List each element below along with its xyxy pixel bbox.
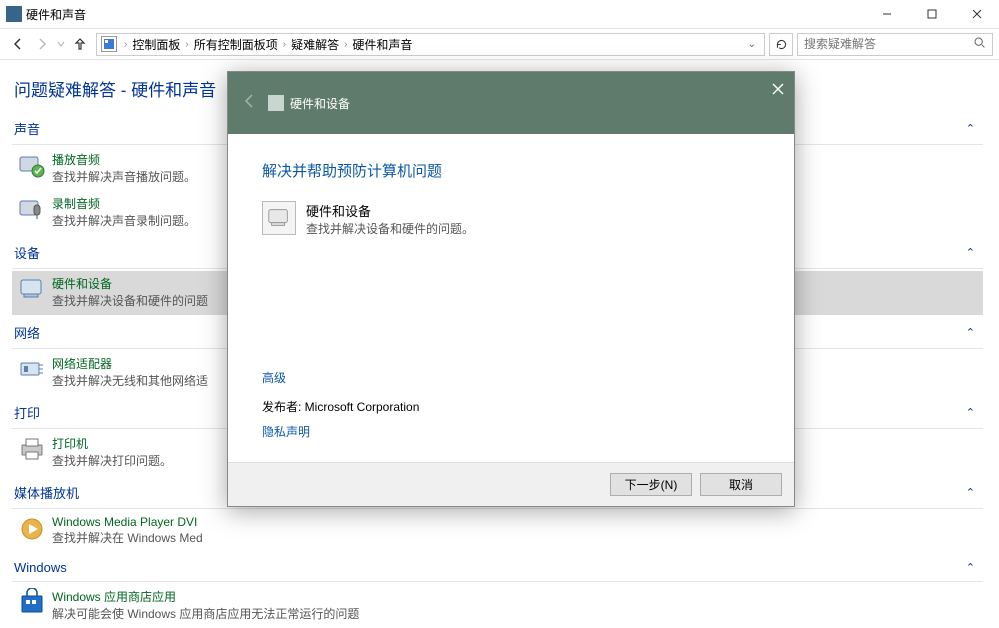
app-icon [6,6,22,22]
wizard-body: 解决并帮助预防计算机问题 硬件和设备 查找并解决设备和硬件的问题。 高级 发布者… [228,134,794,462]
item-wmp-dvd[interactable]: Windows Media Player DVI 查找并解决在 Windows … [12,511,983,552]
item-title: Windows Media Player DVI [52,515,203,529]
item-title: 网络适配器 [52,355,208,372]
wizard-header-title: 硬件和设备 [290,95,350,112]
category-label: 网络 [14,323,40,342]
wizard-header: 硬件和设备 [228,72,794,134]
chevron-right-icon: › [182,39,191,50]
wizard-header-icon [268,95,284,111]
category-label: 打印 [14,403,40,422]
category-label: 声音 [14,119,40,138]
next-button[interactable]: 下一步(N) [610,473,692,496]
address-bar[interactable]: › 控制面板 › 所有控制面板项 › 疑难解答 › 硬件和声音 ⌄ [96,33,765,56]
network-adapter-icon [18,355,46,383]
item-title: 录制音频 [52,195,196,212]
navbar: › 控制面板 › 所有控制面板项 › 疑难解答 › 硬件和声音 ⌄ [0,28,999,60]
wizard-close-button[interactable] [772,82,784,98]
wizard-option-desc: 查找并解决设备和硬件的问题。 [306,220,474,237]
collapse-icon[interactable]: ⌃ [966,406,981,419]
up-button[interactable] [68,32,92,56]
store-icon [18,588,46,616]
item-title: 打印机 [52,435,172,452]
item-desc: 查找并解决无线和其他网络适 [52,372,208,389]
maximize-button[interactable] [909,0,954,28]
printer-icon [18,435,46,463]
category-label: 设备 [14,243,40,262]
divider [12,508,983,509]
collapse-icon[interactable]: ⌃ [966,246,981,259]
back-button[interactable] [6,32,30,56]
window-titlebar: 硬件和声音 [0,0,999,28]
wizard-back-button[interactable] [240,92,258,115]
item-desc: 查找并解决打印问题。 [52,452,172,469]
chevron-right-icon: › [121,39,130,50]
category-windows: Windows ⌃ Windows 应用商店应用 解决可能会使 Windows … [12,556,983,628]
breadcrumb-control-panel[interactable]: 控制面板 [130,36,182,53]
category-label: Windows [14,560,67,575]
item-desc: 查找并解决设备和硬件的问题 [52,292,208,309]
wizard-footer: 下一步(N) 取消 [228,462,794,506]
wizard-option[interactable]: 硬件和设备 查找并解决设备和硬件的问题。 [262,201,760,237]
microphone-icon [18,195,46,223]
collapse-icon[interactable]: ⌃ [966,326,981,339]
category-header-windows[interactable]: Windows ⌃ [12,556,983,579]
divider [12,581,983,582]
category-label: 媒体播放机 [14,483,79,502]
item-title: Windows 应用商店应用 [52,588,359,605]
search-icon[interactable] [973,36,986,52]
item-desc: 查找并解决声音播放问题。 [52,168,196,185]
hardware-icon [18,275,46,303]
hardware-icon [262,201,296,235]
advanced-link[interactable]: 高级 [262,369,760,386]
search-box[interactable] [797,33,993,56]
item-store-apps[interactable]: Windows 应用商店应用 解决可能会使 Windows 应用商店应用无法正常… [12,584,983,628]
media-player-icon [18,515,46,543]
collapse-icon[interactable]: ⌃ [966,486,981,499]
cancel-button[interactable]: 取消 [700,473,782,496]
speaker-icon [18,151,46,179]
item-title: 硬件和设备 [52,275,208,292]
troubleshoot-wizard: 硬件和设备 解决并帮助预防计算机问题 硬件和设备 查找并解决设备和硬件的问题。 … [227,71,795,507]
wizard-option-title: 硬件和设备 [306,201,474,220]
close-button[interactable] [954,0,999,28]
breadcrumb-all-items[interactable]: 所有控制面板项 [192,36,280,53]
refresh-button[interactable] [769,33,793,56]
recent-locations-button[interactable] [54,32,68,56]
chevron-down-icon[interactable]: ⌄ [744,39,760,50]
control-panel-icon [101,36,117,52]
item-title: 播放音频 [52,151,196,168]
chevron-right-icon: › [280,39,289,50]
item-desc: 解决可能会使 Windows 应用商店应用无法正常运行的问题 [52,605,359,622]
window-title: 硬件和声音 [26,6,86,23]
forward-button[interactable] [30,32,54,56]
collapse-icon[interactable]: ⌃ [966,122,981,135]
wizard-heading: 解决并帮助预防计算机问题 [262,160,760,181]
privacy-link[interactable]: 隐私声明 [262,423,760,440]
breadcrumb-hardware-sound[interactable]: 硬件和声音 [350,36,414,53]
search-input[interactable] [804,37,973,51]
item-desc: 查找并解决在 Windows Med [52,529,203,546]
collapse-icon[interactable]: ⌃ [966,561,981,574]
minimize-button[interactable] [864,0,909,28]
publisher-label: 发布者: Microsoft Corporation [262,398,760,415]
item-desc: 查找并解决声音录制问题。 [52,212,196,229]
chevron-right-icon: › [341,39,350,50]
breadcrumb-troubleshoot[interactable]: 疑难解答 [289,36,341,53]
